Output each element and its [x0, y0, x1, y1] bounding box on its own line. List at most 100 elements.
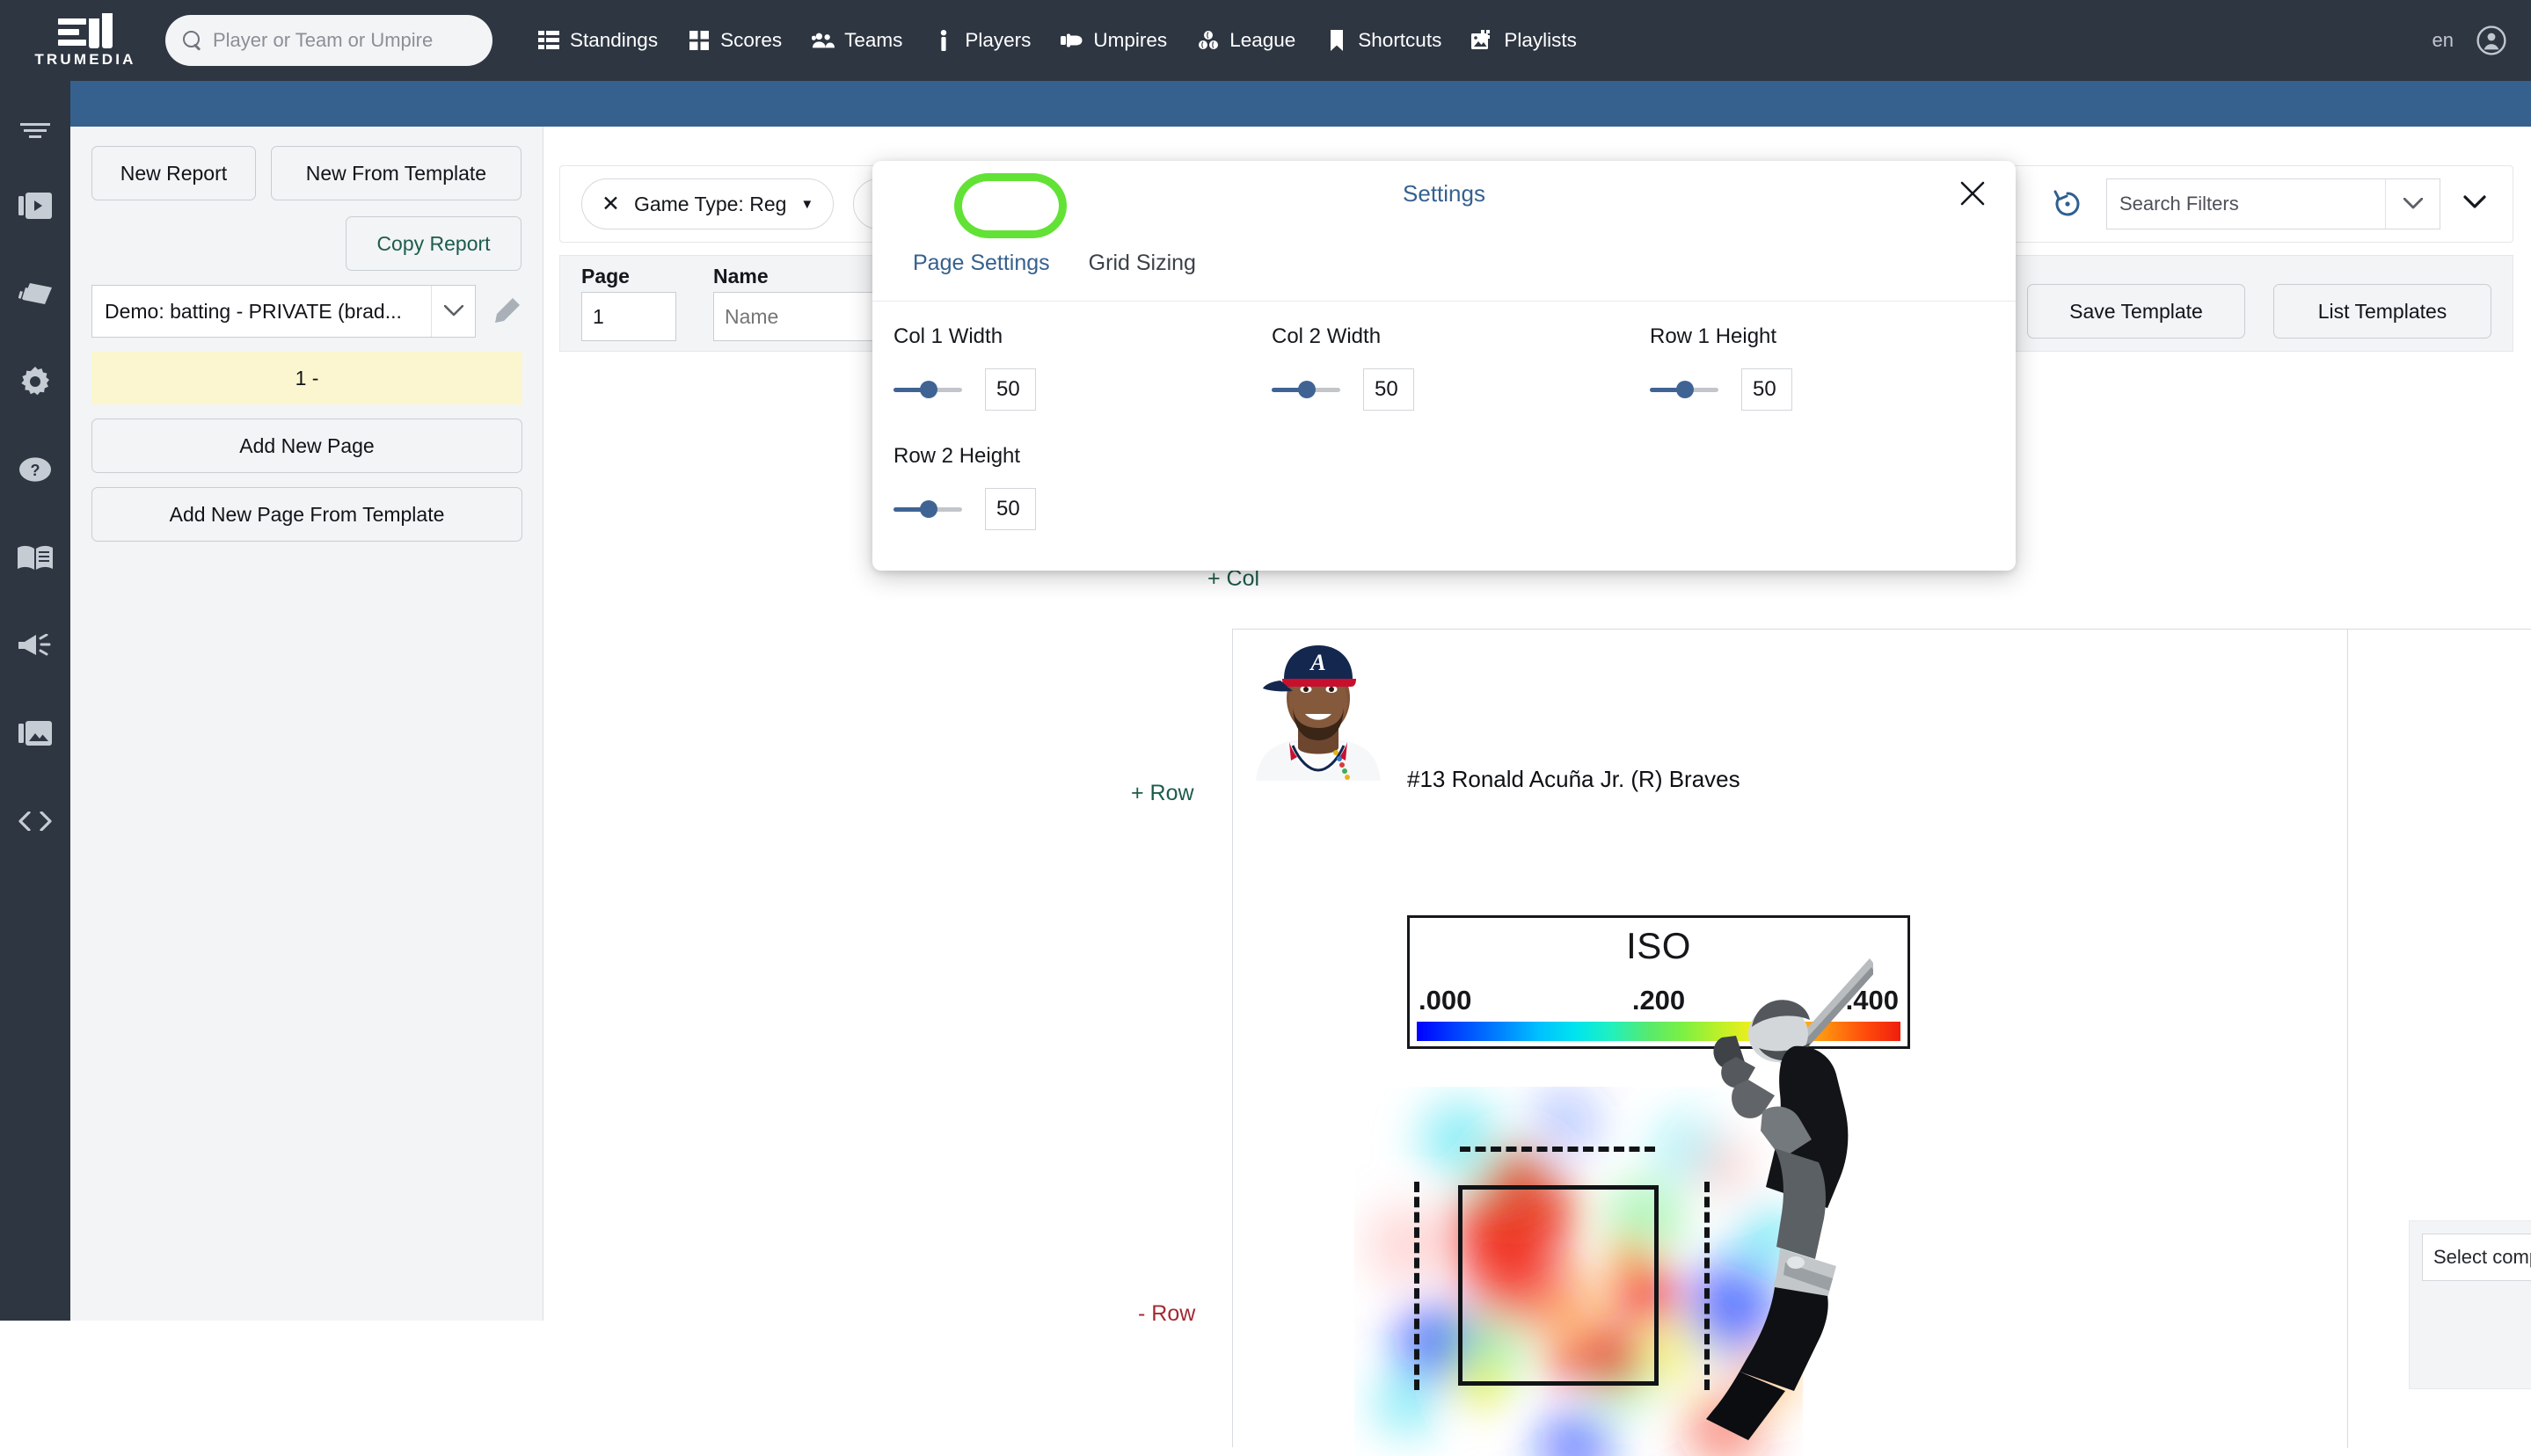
save-template-button[interactable]: Save Template [2027, 284, 2245, 339]
player-name-label: #13 Ronald Acuña Jr. (R) Braves [1407, 766, 1740, 792]
col-2-width-slider[interactable] [1272, 378, 1340, 401]
book-open-icon[interactable] [0, 513, 70, 601]
report-left-panel: New Report New From Template Copy Report… [70, 127, 543, 1321]
iso-tick-min: .000 [1419, 985, 1472, 1016]
nav-item-scores[interactable]: Scores [673, 29, 797, 52]
nav-label: Teams [844, 29, 903, 51]
nav-item-league[interactable]: League [1182, 29, 1310, 52]
cards-flip-icon[interactable] [0, 250, 70, 338]
nav-right-group: en [2433, 25, 2506, 55]
page-number-input[interactable] [581, 292, 676, 341]
image-library-icon[interactable] [0, 689, 70, 777]
tab-page-settings[interactable]: Page Settings [894, 240, 1069, 287]
nav-label: Shortcuts [1358, 29, 1442, 51]
control-col-1-width: Col 1 Width 50 [894, 324, 1099, 411]
filter-chip-label: Game Type: Reg [633, 192, 787, 215]
filter-bar-right-group: Search Filters [2052, 178, 2491, 229]
user-circle-icon[interactable] [2476, 25, 2506, 55]
nav-item-umpires[interactable]: Umpires [1046, 29, 1182, 52]
nav-item-shortcuts[interactable]: Shortcuts [1310, 29, 1456, 52]
player-person-icon [932, 30, 955, 51]
col-1-width-value[interactable]: 50 [985, 368, 1036, 411]
control-row-1-height: Row 1 Height 50 [1650, 324, 1856, 411]
strike-zone-rectangle [1458, 1185, 1659, 1386]
new-report-button[interactable]: New Report [91, 146, 256, 200]
iso-tick-mid: .200 [1631, 985, 1686, 1016]
language-selector[interactable]: en [2433, 29, 2454, 52]
list-templates-button[interactable]: List Templates [2273, 284, 2491, 339]
help-question-icon[interactable]: ? [0, 426, 70, 513]
tab-grid-sizing[interactable]: Grid Sizing [1069, 240, 1215, 287]
zone-left-rail-dashed [1414, 1182, 1419, 1390]
row-1-height-value[interactable]: 50 [1741, 368, 1792, 411]
svg-text:A: A [1309, 650, 1325, 675]
search-filters-dropdown[interactable]: Search Filters [2106, 178, 2440, 229]
nav-label: Players [965, 29, 1032, 51]
batter-silhouette-icon [1697, 953, 1877, 1448]
grid-cell-row1-col1[interactable]: A #13 Ronald Acuña Jr. (R) Braves ISO .0… [1233, 630, 2348, 1456]
standings-grid-icon [537, 30, 560, 51]
player-headshot-image: A [1240, 633, 1397, 781]
grid-cell-row1-col2[interactable]: Select component [2349, 630, 2531, 1448]
primary-nav: Standings Scores Teams Players Umpires L… [522, 29, 1592, 52]
nav-item-teams[interactable]: Teams [797, 29, 917, 52]
search-icon [183, 31, 202, 50]
svg-text:?: ? [31, 462, 40, 479]
copy-report-button[interactable]: Copy Report [346, 216, 522, 271]
col-1-width-slider[interactable] [894, 378, 962, 401]
template-button-group: Save Template List Templates [2027, 265, 2491, 339]
control-col-2-width: Col 2 Width 50 [1272, 324, 1477, 411]
playlists-images-icon [1471, 30, 1494, 51]
select-component-dropdown[interactable]: Select component [2422, 1234, 2531, 1281]
pencil-icon[interactable] [492, 296, 522, 326]
nav-label: Playlists [1504, 29, 1577, 51]
row-2-height-slider[interactable] [894, 498, 962, 521]
megaphone-icon[interactable] [0, 601, 70, 689]
nav-label: Scores [720, 29, 783, 51]
control-label: Row 2 Height [894, 444, 1021, 468]
scores-grid-icon [688, 30, 711, 51]
reset-history-icon[interactable] [2052, 188, 2083, 220]
nav-item-standings[interactable]: Standings [522, 29, 673, 52]
add-new-page-from-template-button[interactable]: Add New Page From Template [91, 487, 522, 542]
grid-sizing-row-2: Row 2 Height 50 [894, 444, 1995, 530]
select-component-placeholder: Select component [2433, 1246, 2531, 1268]
nav-item-playlists[interactable]: Playlists [1456, 29, 1592, 52]
remove-row-button[interactable]: - Row [1138, 1301, 1195, 1327]
close-x-icon[interactable]: ✕ [602, 193, 620, 215]
search-filters-placeholder: Search Filters [2119, 193, 2239, 215]
row-1-height-slider[interactable] [1650, 378, 1718, 401]
settings-modal-title: Settings [1403, 179, 1485, 207]
bookmark-icon [1325, 30, 1348, 51]
copy-report-row: Copy Report [91, 200, 522, 271]
add-new-page-button[interactable]: Add New Page [91, 419, 522, 473]
col-2-width-value[interactable]: 50 [1363, 368, 1414, 411]
nav-label: Standings [570, 29, 659, 51]
control-label: Col 1 Width [894, 324, 1003, 348]
chevron-down-icon [2385, 179, 2440, 229]
brand-logo[interactable]: TRUMEDIA [11, 12, 160, 69]
gear-icon[interactable] [0, 338, 70, 426]
add-row-button[interactable]: + Row [1131, 781, 1194, 806]
page-list-item-1[interactable]: 1 - [91, 352, 522, 404]
expand-filters-chevron-down-icon[interactable] [2463, 194, 2486, 214]
filter-chip-game-type[interactable]: ✕ Game Type: Reg ▼ [581, 178, 835, 229]
left-icon-rail: ? [0, 81, 70, 1321]
code-brackets-icon[interactable] [0, 777, 70, 865]
global-search-input[interactable]: Player or Team or Umpire [165, 15, 492, 66]
new-from-template-button[interactable]: New From Template [270, 146, 522, 200]
nav-label: Umpires [1093, 29, 1168, 51]
settings-modal: Settings Page Settings Grid Sizing Col 1… [872, 161, 2016, 571]
component-picker-panel: Select component [2409, 1220, 2531, 1389]
umpire-hand-icon [1061, 30, 1083, 51]
filter-lines-icon[interactable] [0, 100, 70, 162]
row-2-height-value[interactable]: 50 [985, 488, 1036, 530]
settings-modal-tabs: Page Settings Grid Sizing [872, 173, 2016, 302]
close-x-icon[interactable] [1952, 173, 1993, 214]
nav-item-players[interactable]: Players [917, 29, 1046, 52]
page-label: Page [581, 265, 630, 288]
control-label: Col 2 Width [1272, 324, 1382, 348]
report-select-dropdown[interactable]: Demo: batting - PRIVATE (brad... [91, 285, 476, 338]
report-select-value: Demo: batting - PRIVATE (brad... [105, 299, 402, 323]
video-library-icon[interactable] [0, 162, 70, 250]
